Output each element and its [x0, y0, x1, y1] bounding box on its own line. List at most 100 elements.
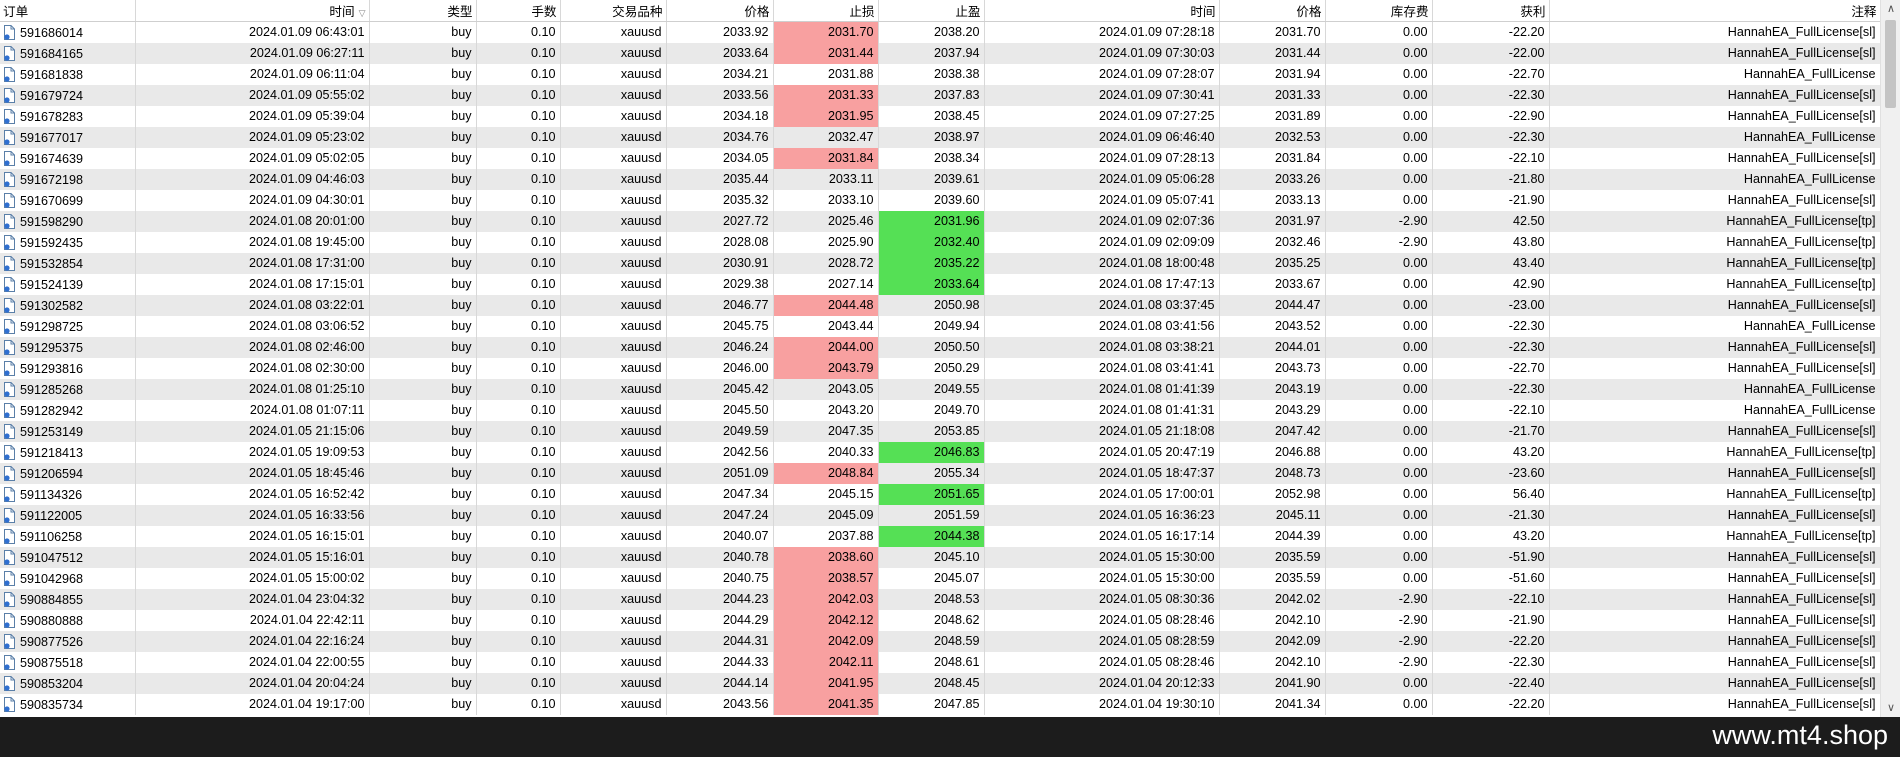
close-price-cell: 2041.34 [1219, 693, 1326, 715]
take-profit-cell: 2050.29 [878, 357, 985, 379]
stop-loss-cell: 2043.79 [773, 357, 879, 379]
table-row[interactable]: 590875518 2024.01.04 22:00:55 buy 0.10 xauus… [0, 651, 1880, 673]
swap-cell: 0.00 [1325, 294, 1433, 316]
order-number: 591042968 [20, 571, 84, 586]
swap-cell: 0.00 [1325, 504, 1433, 526]
order-number: 591679724 [20, 88, 84, 103]
table-row[interactable]: 591524139 2024.01.08 17:15:01 buy 0.10 xauus… [0, 273, 1880, 295]
table-row[interactable]: 591134326 2024.01.05 16:52:42 buy 0.10 xauus… [0, 483, 1880, 505]
symbol-cell: xauusd [560, 315, 667, 337]
take-profit-cell: 2051.65 [878, 483, 985, 505]
order-number: 590875518 [20, 655, 84, 670]
swap-cell: 0.00 [1325, 357, 1433, 379]
open-time-cell: 2024.01.08 02:30:00 [135, 357, 370, 379]
col-header-comment[interactable]: 注释 [1549, 0, 1880, 22]
table-row[interactable]: 591679724 2024.01.09 05:55:02 buy 0.10 xauus… [0, 84, 1880, 106]
table-row[interactable]: 591282942 2024.01.08 01:07:11 buy 0.10 xauus… [0, 399, 1880, 421]
col-header-close-time[interactable]: 时间 [984, 0, 1220, 22]
table-row[interactable]: 591686014 2024.01.09 06:43:01 buy 0.10 xauus… [0, 21, 1880, 43]
col-header-swap[interactable]: 库存费 [1325, 0, 1433, 22]
order-cell: 590877526 [0, 630, 136, 652]
close-price-cell: 2043.52 [1219, 315, 1326, 337]
table-row[interactable]: 591670699 2024.01.09 04:30:01 buy 0.10 xauus… [0, 189, 1880, 211]
table-row[interactable]: 591106258 2024.01.05 16:15:01 buy 0.10 xauus… [0, 525, 1880, 547]
take-profit-cell: 2049.55 [878, 378, 985, 400]
comment-cell: HannahEA_FullLicense[sl] [1549, 693, 1880, 715]
table-row[interactable]: 591681838 2024.01.09 06:11:04 buy 0.10 xauus… [0, 63, 1880, 85]
scroll-up-icon[interactable]: ∧ [1881, 0, 1900, 18]
table-row[interactable]: 591592435 2024.01.08 19:45:00 buy 0.10 xauus… [0, 231, 1880, 253]
col-header-symbol[interactable]: 交易品种 [560, 0, 667, 22]
lots-cell: 0.10 [476, 294, 561, 316]
table-row[interactable]: 591532854 2024.01.08 17:31:00 buy 0.10 xauus… [0, 252, 1880, 274]
close-time-cell: 2024.01.09 07:28:18 [984, 21, 1220, 43]
comment-cell: HannahEA_FullLicense[sl] [1549, 336, 1880, 358]
col-header-lots[interactable]: 手数 [476, 0, 561, 22]
profit-cell: -51.60 [1432, 567, 1550, 589]
table-row[interactable]: 591674639 2024.01.09 05:02:05 buy 0.10 xauus… [0, 147, 1880, 169]
table-row[interactable]: 591678283 2024.01.09 05:39:04 buy 0.10 xauus… [0, 105, 1880, 127]
table-row[interactable]: 591302582 2024.01.08 03:22:01 buy 0.10 xauus… [0, 294, 1880, 316]
table-row[interactable]: 591293816 2024.01.08 02:30:00 buy 0.10 xauus… [0, 357, 1880, 379]
stop-loss-cell: 2031.88 [773, 63, 879, 85]
stop-loss-cell: 2041.95 [773, 672, 879, 694]
table-row[interactable]: 590877526 2024.01.04 22:16:24 buy 0.10 xauus… [0, 630, 1880, 652]
profit-cell: -21.90 [1432, 189, 1550, 211]
lots-cell: 0.10 [476, 336, 561, 358]
close-time-cell: 2024.01.09 07:30:41 [984, 84, 1220, 106]
col-header-take-profit[interactable]: 止盈 [878, 0, 985, 22]
table-row[interactable]: 591122005 2024.01.05 16:33:56 buy 0.10 xauus… [0, 504, 1880, 526]
table-row[interactable]: 590880888 2024.01.04 22:42:11 buy 0.10 xauus… [0, 609, 1880, 631]
close-time-cell: 2024.01.08 03:37:45 [984, 294, 1220, 316]
closed-order-icon [3, 213, 16, 229]
close-price-cell: 2031.44 [1219, 42, 1326, 64]
take-profit-cell: 2038.45 [878, 105, 985, 127]
table-row[interactable]: 590835734 2024.01.04 19:17:00 buy 0.10 xauus… [0, 693, 1880, 715]
profit-cell: 42.90 [1432, 273, 1550, 295]
take-profit-cell: 2037.94 [878, 42, 985, 64]
table-row[interactable]: 591298725 2024.01.08 03:06:52 buy 0.10 xauus… [0, 315, 1880, 337]
open-price-cell: 2049.59 [666, 420, 774, 442]
symbol-cell: xauusd [560, 441, 667, 463]
col-header-order[interactable]: 订单 [0, 0, 136, 22]
table-row[interactable]: 591253149 2024.01.05 21:15:06 buy 0.10 xauus… [0, 420, 1880, 442]
order-number: 591681838 [20, 67, 84, 82]
comment-cell: HannahEA_FullLicense[sl] [1549, 420, 1880, 442]
symbol-cell: xauusd [560, 525, 667, 547]
open-price-cell: 2044.29 [666, 609, 774, 631]
open-time-cell: 2024.01.09 04:30:01 [135, 189, 370, 211]
col-header-close-price[interactable]: 价格 [1219, 0, 1326, 22]
order-number: 591047512 [20, 550, 84, 565]
order-number: 590884855 [20, 592, 84, 607]
open-time-cell: 2024.01.04 20:04:24 [135, 672, 370, 694]
table-row[interactable]: 591677017 2024.01.09 05:23:02 buy 0.10 xauus… [0, 126, 1880, 148]
table-row[interactable]: 591218413 2024.01.05 19:09:53 buy 0.10 xauus… [0, 441, 1880, 463]
swap-cell: -2.90 [1325, 651, 1433, 673]
col-header-profit[interactable]: 获利 [1432, 0, 1550, 22]
close-price-cell: 2045.11 [1219, 504, 1326, 526]
symbol-cell: xauusd [560, 105, 667, 127]
col-header-open-price[interactable]: 价格 [666, 0, 774, 22]
table-row[interactable]: 591672198 2024.01.09 04:46:03 buy 0.10 xauus… [0, 168, 1880, 190]
table-row[interactable]: 591047512 2024.01.05 15:16:01 buy 0.10 xauus… [0, 546, 1880, 568]
col-header-type[interactable]: 类型 [369, 0, 477, 22]
table-row[interactable]: 591042968 2024.01.05 15:00:02 buy 0.10 xauus… [0, 567, 1880, 589]
close-price-cell: 2043.73 [1219, 357, 1326, 379]
table-row[interactable]: 591206594 2024.01.05 18:45:46 buy 0.10 xauus… [0, 462, 1880, 484]
table-row[interactable]: 591684165 2024.01.09 06:27:11 buy 0.10 xauus… [0, 42, 1880, 64]
stop-loss-cell: 2031.44 [773, 42, 879, 64]
order-cell: 591674639 [0, 147, 136, 169]
symbol-cell: xauusd [560, 210, 667, 232]
col-header-stop-loss[interactable]: 止损 [773, 0, 879, 22]
col-header-open-time[interactable]: 时间 ▽ [135, 0, 370, 22]
close-time-cell: 2024.01.05 08:28:46 [984, 651, 1220, 673]
table-row[interactable]: 591598290 2024.01.08 20:01:00 buy 0.10 xauus… [0, 210, 1880, 232]
close-price-cell: 2048.73 [1219, 462, 1326, 484]
scroll-down-icon[interactable]: ∨ [1881, 699, 1900, 717]
table-row[interactable]: 590853204 2024.01.04 20:04:24 buy 0.10 xauus… [0, 672, 1880, 694]
table-row[interactable]: 591295375 2024.01.08 02:46:00 buy 0.10 xauus… [0, 336, 1880, 358]
vertical-scrollbar[interactable]: ∧ ∨ [1880, 0, 1900, 717]
table-row[interactable]: 591285268 2024.01.08 01:25:10 buy 0.10 xauus… [0, 378, 1880, 400]
scrollbar-thumb[interactable] [1885, 20, 1896, 108]
table-row[interactable]: 590884855 2024.01.04 23:04:32 buy 0.10 xauus… [0, 588, 1880, 610]
